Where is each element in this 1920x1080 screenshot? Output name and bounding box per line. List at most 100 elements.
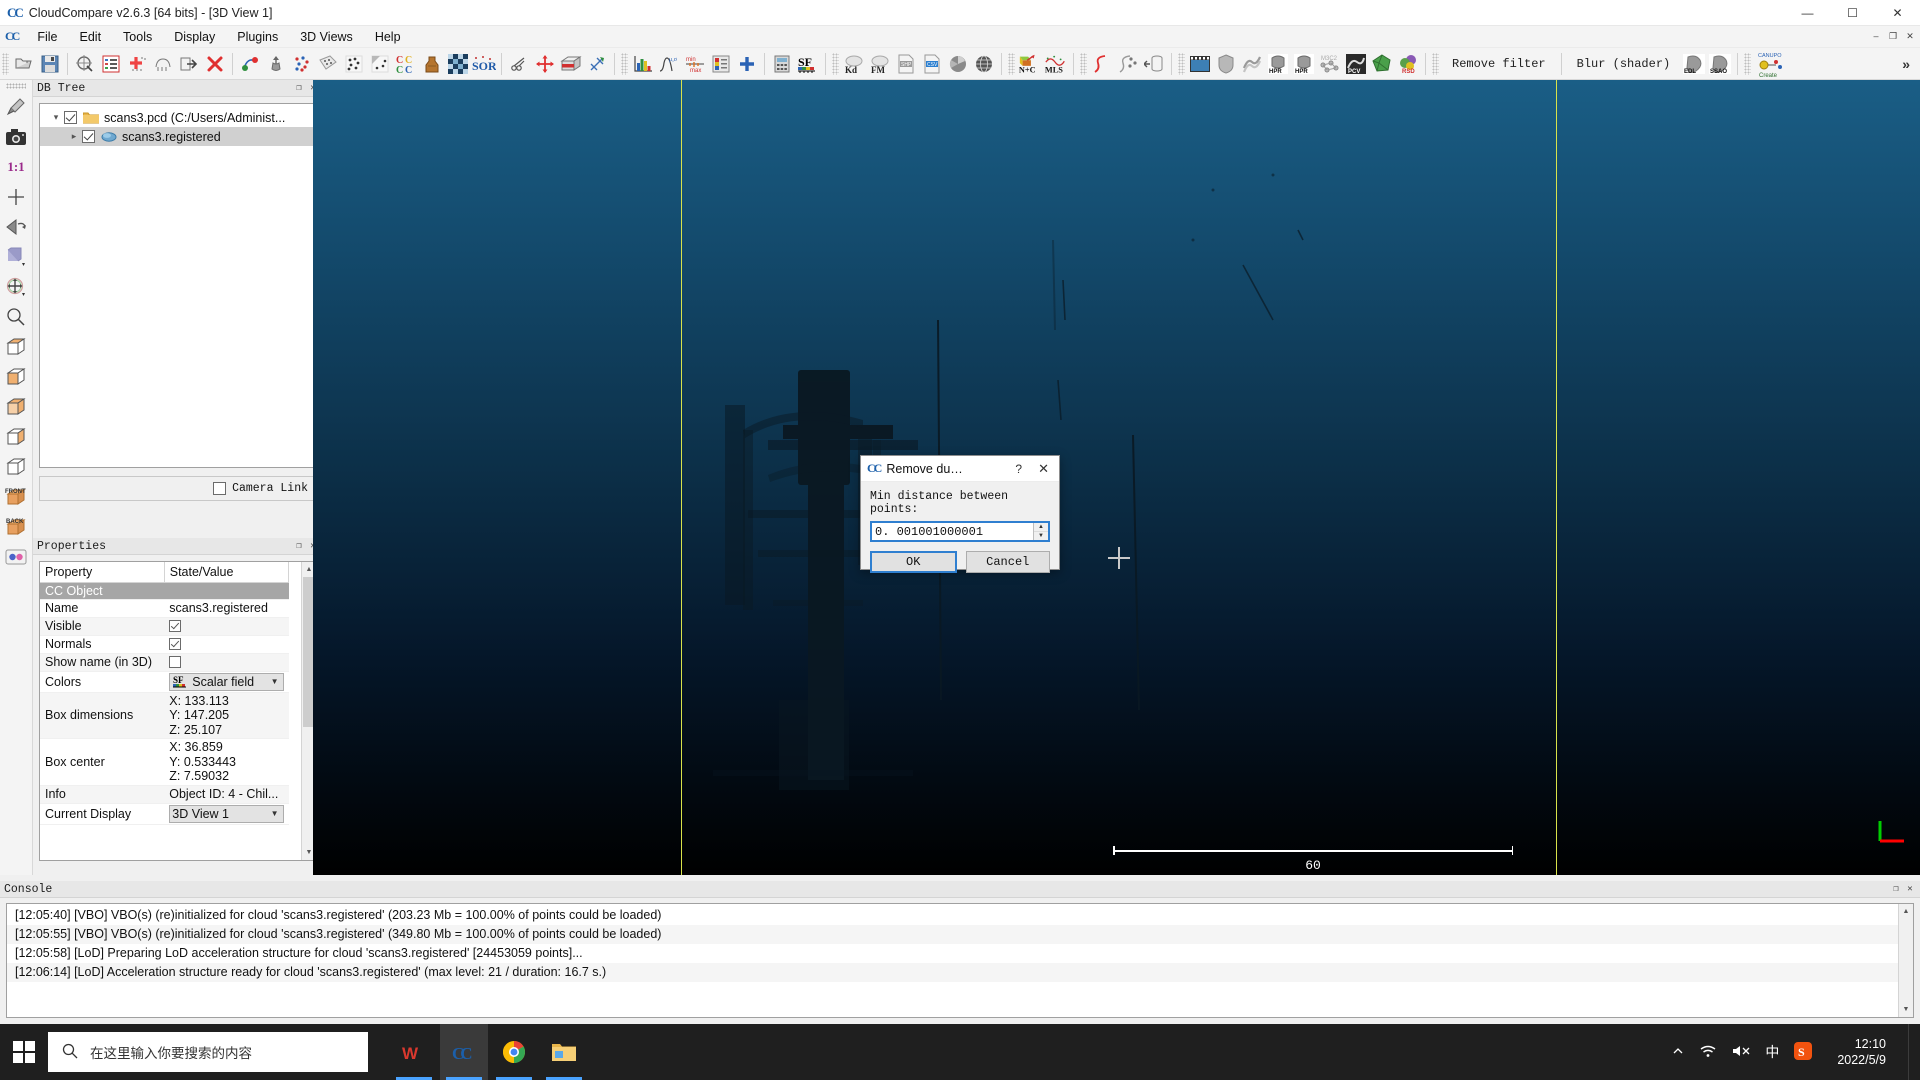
toolbar-grip[interactable] <box>1178 53 1185 75</box>
show-name-checkbox[interactable] <box>169 656 181 668</box>
toolbar-grip[interactable] <box>2 53 9 75</box>
menu-edit[interactable]: Edit <box>69 28 113 46</box>
console-close-button[interactable]: ✕ <box>1904 884 1916 894</box>
tree-checkbox[interactable] <box>82 130 95 143</box>
minmax-icon[interactable]: minmax <box>682 51 708 77</box>
ok-button[interactable]: OK <box>870 551 957 573</box>
segment-icon[interactable] <box>237 51 263 77</box>
histogram-icon[interactable] <box>630 51 656 77</box>
subsample-icon[interactable] <box>341 51 367 77</box>
sor-filter-icon[interactable]: SOR <box>471 51 497 77</box>
mdi-minimize-button[interactable]: – <box>1868 28 1884 44</box>
wifi-icon[interactable] <box>1699 1044 1717 1061</box>
shp-icon[interactable]: SHP <box>893 51 919 77</box>
dialog-close-button[interactable]: ✕ <box>1030 461 1057 477</box>
save-icon[interactable] <box>37 51 63 77</box>
hpr-icon[interactable]: HPR <box>1265 51 1291 77</box>
colors-combobox[interactable]: SF Scalar field ▼ <box>169 673 283 691</box>
gauss-filter-icon[interactable]: μ,σ <box>656 51 682 77</box>
remove-filter-button[interactable]: Remove filter <box>1441 53 1557 75</box>
cancel-button[interactable]: Cancel <box>966 551 1051 573</box>
zoom-window-icon[interactable] <box>2 302 31 331</box>
ssao-shader-icon[interactable]: SSAO <box>1707 51 1733 77</box>
toolbar-grip[interactable] <box>832 53 839 75</box>
zoom-1to1-icon[interactable]: 1:1 <box>2 152 31 181</box>
clone-icon[interactable] <box>150 51 176 77</box>
point-picking-icon[interactable] <box>289 51 315 77</box>
expand-arrow-right-icon[interactable]: ▸ <box>66 131 82 142</box>
center-view-icon[interactable] <box>2 182 31 211</box>
dialog-help-button[interactable]: ? <box>1007 462 1030 476</box>
pick-rotation-center-icon[interactable] <box>2 92 31 121</box>
chevron-down-icon[interactable]: ▼ <box>271 809 281 818</box>
subsample-mesh-icon[interactable] <box>367 51 393 77</box>
calculator-icon[interactable] <box>769 51 795 77</box>
color-ramp-icon[interactable] <box>708 51 734 77</box>
point-list-picking-icon[interactable] <box>315 51 341 77</box>
toolbar-grip[interactable] <box>1432 53 1439 75</box>
console-scroll-down-button[interactable]: ▼ <box>1899 1002 1913 1017</box>
add-point-icon[interactable] <box>124 51 150 77</box>
sf-icon[interactable]: SF <box>795 51 821 77</box>
mdi-restore-button[interactable]: ❐ <box>1885 28 1901 44</box>
normals-plus-c-icon[interactable]: N+C <box>1017 51 1043 77</box>
view-back-icon[interactable]: BACK <box>2 512 31 541</box>
rotate-cylinder-icon[interactable] <box>1141 51 1167 77</box>
tree-item-scans3-registered[interactable]: ▸ scans3.registered <box>40 127 316 146</box>
toggle-perspective-icon[interactable] <box>2 212 31 241</box>
sharp-icon[interactable] <box>584 51 610 77</box>
rsd-icon[interactable]: RSD <box>1395 51 1421 77</box>
view-left-icon[interactable] <box>2 422 31 451</box>
add-plus-icon[interactable] <box>734 51 760 77</box>
camera-snapshot-icon[interactable] <box>2 122 31 151</box>
view-top-icon[interactable] <box>2 362 31 391</box>
toolbar-grip[interactable] <box>621 53 628 75</box>
min-distance-input[interactable] <box>872 523 1033 540</box>
spin-down-button[interactable]: ▼ <box>1034 532 1048 540</box>
m3c2-icon[interactable]: M3C2 <box>1317 51 1343 77</box>
taskbar-search-box[interactable]: 在这里输入你要搜索的内容 <box>48 1032 368 1072</box>
tree-checkbox[interactable] <box>64 111 77 124</box>
properties-float-button[interactable]: ❐ <box>293 541 305 551</box>
move-cross-icon[interactable] <box>532 51 558 77</box>
mdi-close-button[interactable]: ✕ <box>1902 28 1918 44</box>
console-scrollbar[interactable]: ▲ ▼ <box>1898 904 1913 1017</box>
gizmo-move-icon[interactable] <box>2 272 31 301</box>
taskbar-app-file-explorer[interactable] <box>540 1024 588 1080</box>
mls-icon[interactable]: MLS <box>1043 51 1069 77</box>
tree-item-scans3-pcd[interactable]: ▾ scans3.pcd (C:/Users/Administ... <box>40 108 316 127</box>
visible-checkbox[interactable] <box>169 620 181 632</box>
taskbar-app-cloudcompare[interactable]: CC <box>440 1024 488 1080</box>
normals-checkbox[interactable] <box>169 638 181 650</box>
delete-icon[interactable] <box>202 51 228 77</box>
properties-list-icon[interactable] <box>98 51 124 77</box>
pcv-icon[interactable]: PCV <box>1343 51 1369 77</box>
stereo-mode-icon[interactable] <box>2 542 31 571</box>
scissors-icon[interactable] <box>506 51 532 77</box>
volume-muted-icon[interactable] <box>1731 1044 1751 1061</box>
merge-icon[interactable] <box>176 51 202 77</box>
db-tree-float-button[interactable]: ❐ <box>293 83 305 93</box>
menu-display[interactable]: Display <box>163 28 226 46</box>
menu-file[interactable]: File <box>26 28 68 46</box>
taskbar-clock[interactable]: 12:10 2022/5/9 <box>1827 1036 1894 1068</box>
menu-plugins[interactable]: Plugins <box>226 28 289 46</box>
curve-icon[interactable] <box>1089 51 1115 77</box>
menu-3d-views[interactable]: 3D Views <box>289 28 364 46</box>
translate-rotate-icon[interactable] <box>263 51 289 77</box>
console-float-button[interactable]: ❐ <box>1890 884 1902 894</box>
globe-icon[interactable] <box>971 51 997 77</box>
console-scroll-up-button[interactable]: ▲ <box>1899 904 1913 919</box>
hpr2-icon[interactable]: HPR <box>1291 51 1317 77</box>
edl-shader-icon[interactable]: EDL <box>1681 51 1707 77</box>
kd-tree-icon[interactable]: Kd <box>841 51 867 77</box>
shield-icon[interactable] <box>1213 51 1239 77</box>
toolbar-grip[interactable] <box>1008 53 1015 75</box>
pie-icon[interactable] <box>945 51 971 77</box>
global-shift-icon[interactable] <box>72 51 98 77</box>
close-button[interactable]: ✕ <box>1875 0 1920 26</box>
chevron-up-icon[interactable] <box>1671 1044 1685 1061</box>
view-bottom-icon[interactable] <box>2 392 31 421</box>
default-color-icon[interactable] <box>2 242 31 271</box>
start-icon[interactable] <box>0 1024 48 1080</box>
